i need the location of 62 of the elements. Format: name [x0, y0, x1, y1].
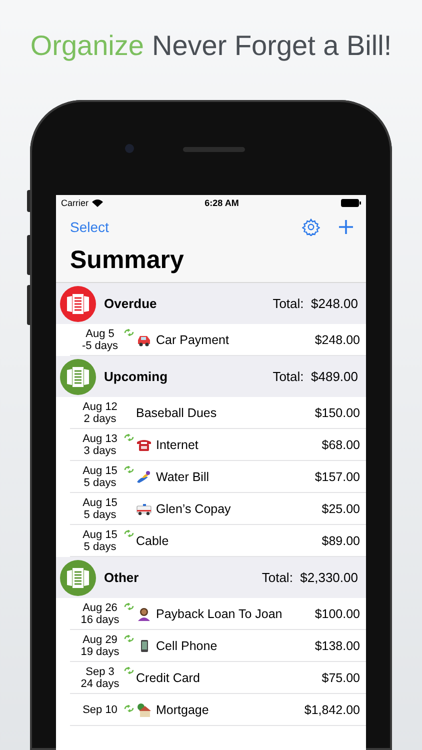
bill-name: Car Payment [156, 332, 229, 346]
bill-amount: $138.00 [314, 638, 360, 652]
section-total: Total: $489.00 [272, 369, 358, 384]
bill-name: Water Bill [156, 470, 210, 484]
page-title: Summary [69, 245, 185, 276]
bill-amount: $89.00 [322, 534, 360, 548]
days-until-due: 5 days [84, 508, 116, 520]
section-title: Upcoming [104, 369, 169, 384]
bill-name: Baseball Dues [136, 406, 217, 420]
days-until-due: 3 days [84, 444, 116, 456]
bill-amount: $25.00 [322, 502, 360, 516]
telephone-icon [136, 438, 152, 452]
select-button[interactable]: Select [70, 219, 109, 235]
headline-highlight: Organize [30, 30, 144, 63]
headline: Never Forget a Bill! [152, 30, 392, 63]
days-until-due: 24 days [80, 678, 120, 690]
due-date: Aug 15 [82, 528, 118, 540]
bill-amount: $100.00 [314, 606, 360, 620]
section-title: Overdue [104, 296, 158, 311]
house-icon [136, 702, 152, 716]
bill-name: Glen’s Copay [156, 502, 231, 516]
settings-button[interactable] [302, 218, 320, 236]
section-total: Total: $2,330.00 [262, 570, 358, 585]
bill-amount: $1,842.00 [304, 702, 360, 716]
bill-amount: $75.00 [322, 670, 360, 684]
bill-name: Cell Phone [156, 638, 218, 652]
bill-amount: $248.00 [314, 332, 360, 346]
bill-name: Cable [136, 534, 169, 548]
section-title: Other [104, 570, 140, 585]
wifi-icon [92, 198, 103, 206]
battery-icon [340, 198, 361, 206]
due-date: Sep 10 [82, 704, 118, 716]
days-until-due: 19 days [80, 646, 120, 658]
bill-name: Mortgage [156, 702, 209, 716]
ambulance-icon [136, 502, 152, 516]
days-until-due: -5 days [82, 340, 118, 352]
section-total: Total: $248.00 [272, 296, 358, 311]
due-date: Aug 5 [86, 328, 114, 340]
person-icon [136, 606, 152, 620]
due-date: Sep 3 [86, 666, 114, 678]
status-time: 6:28 AM [204, 198, 239, 208]
due-date: Aug 15 [82, 464, 118, 476]
due-date: Aug 12 [82, 400, 118, 412]
bill-name: Internet [156, 438, 198, 452]
days-until-due: 5 days [84, 476, 116, 488]
speaker-grille [183, 147, 245, 152]
camera-icon [125, 144, 134, 153]
days-until-due: 16 days [80, 614, 120, 626]
bill-name: Credit Card [136, 670, 200, 684]
bill-amount: $150.00 [314, 406, 360, 420]
due-date: Aug 29 [82, 634, 118, 646]
due-date: Aug 13 [82, 432, 118, 444]
due-date: Aug 15 [82, 496, 118, 508]
swimmer-icon [136, 470, 152, 484]
due-date: Aug 26 [82, 602, 118, 614]
add-button[interactable] [338, 219, 354, 235]
days-until-due: 2 days [84, 412, 116, 424]
bill-name: Payback Loan To Joan [156, 606, 282, 620]
bill-amount: $68.00 [322, 438, 360, 452]
bill-amount: $157.00 [314, 470, 360, 484]
days-until-due: 5 days [84, 540, 116, 552]
carrier-label: Carrier [61, 198, 89, 208]
